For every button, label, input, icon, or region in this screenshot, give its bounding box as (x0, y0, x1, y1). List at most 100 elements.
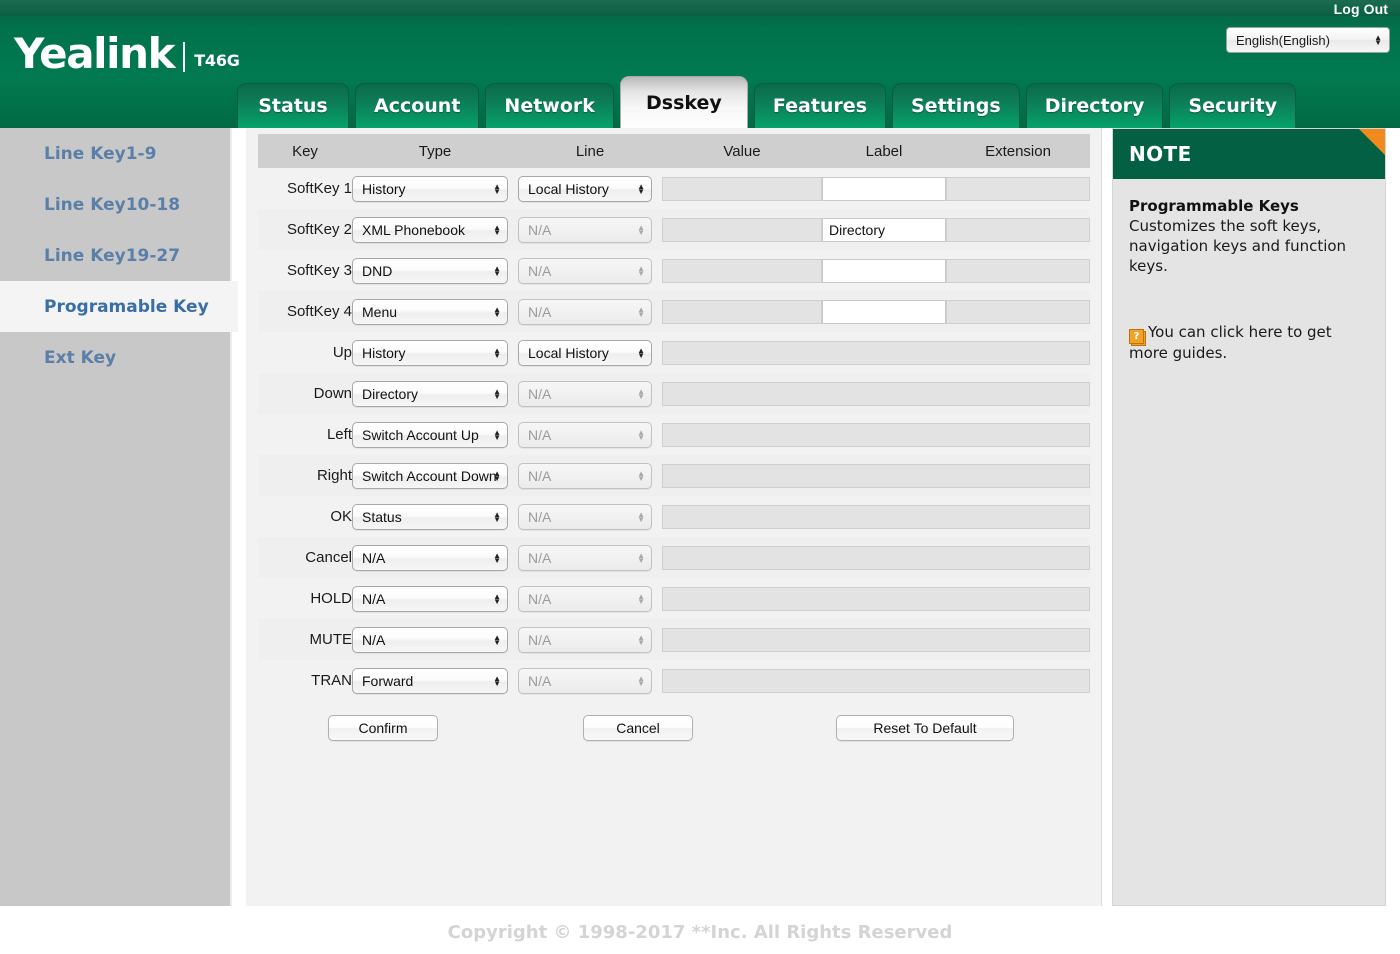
column-header-line: Line (518, 134, 662, 168)
note-guide-text[interactable]: You can click here to get more guides. (1129, 323, 1332, 362)
row-key-label: SoftKey 1 (258, 168, 352, 209)
type-select[interactable]: History ▲ ▼ (352, 339, 508, 366)
label-input[interactable]: Directory (822, 217, 946, 242)
type-select[interactable]: Switch Account Down ▲ ▼ (352, 462, 508, 489)
brand-name: Yealink (14, 29, 176, 78)
column-header-label: Label (822, 134, 946, 168)
chevron-updown-icon: ▲ ▼ (637, 263, 645, 278)
line-select-value: N/A (528, 467, 552, 484)
line-select: N/A ▲ ▼ (518, 462, 652, 489)
form-actions: Confirm Cancel Reset To Default (258, 715, 1090, 745)
sidebar-item-programable-key[interactable]: Programable Key (0, 281, 238, 332)
table-row: HOLD N/A ▲ ▼ N/A ▲ ▼ (258, 578, 1090, 619)
merged-disabled-field (662, 668, 1090, 693)
type-select[interactable]: History ▲ ▼ (352, 175, 508, 202)
folded-corner-icon (1359, 129, 1385, 155)
line-select[interactable]: Local History ▲ ▼ (518, 175, 652, 202)
label-input[interactable] (822, 299, 946, 324)
merged-disabled-field (662, 463, 1090, 488)
label-input[interactable] (822, 176, 946, 201)
tab-directory[interactable]: Directory (1025, 83, 1164, 128)
label-input[interactable] (822, 258, 946, 283)
line-select-value: N/A (528, 549, 552, 566)
note-panel-header: NOTE (1113, 129, 1385, 179)
chevron-updown-icon: ▲ ▼ (637, 632, 645, 647)
help-question-icon[interactable]: ? (1129, 329, 1144, 344)
main-content: Key Type Line Value Label Extension Soft… (246, 128, 1102, 906)
chevron-updown-icon: ▲ ▼ (493, 509, 501, 524)
tab-features[interactable]: Features (753, 83, 886, 128)
extension-input (946, 217, 1090, 242)
line-select-value: Local History (528, 344, 609, 361)
line-select: N/A ▲ ▼ (518, 298, 652, 325)
tab-network[interactable]: Network (485, 83, 614, 128)
sidebar-item-line-key10-18[interactable]: Line Key10-18 (0, 179, 230, 230)
type-select[interactable]: N/A ▲ ▼ (352, 626, 508, 653)
type-select-value: Directory (362, 385, 419, 402)
table-row: Down Directory ▲ ▼ N/A ▲ ▼ (258, 373, 1090, 414)
chevron-updown-icon: ▲ ▼ (493, 386, 501, 401)
line-select: N/A ▲ ▼ (518, 257, 652, 284)
row-key-label: HOLD (258, 578, 352, 619)
tab-status[interactable]: Status (237, 83, 349, 128)
line-select-value: Local History (528, 180, 609, 197)
language-select-value: English(English) (1236, 32, 1330, 48)
type-select-value: Switch Account Down (362, 467, 497, 484)
type-select[interactable]: N/A ▲ ▼ (352, 585, 508, 612)
merged-disabled-field (662, 422, 1090, 447)
line-select-value: N/A (528, 426, 552, 443)
table-row: SoftKey 1 History ▲ ▼ Local History ▲ ▼ (258, 168, 1090, 209)
logout-link[interactable]: Log Out (1334, 1, 1388, 17)
type-select[interactable]: Status ▲ ▼ (352, 503, 508, 530)
merged-disabled-field (662, 381, 1090, 406)
chevron-updown-icon: ▲ ▼ (493, 550, 501, 565)
type-select-value: N/A (362, 590, 386, 607)
chevron-updown-icon: ▲ ▼ (637, 591, 645, 606)
chevron-updown-icon: ▲ ▼ (637, 550, 645, 565)
table-row: OK Status ▲ ▼ N/A ▲ ▼ (258, 496, 1090, 537)
type-select[interactable]: N/A ▲ ▼ (352, 544, 508, 571)
row-key-label: TRAN (258, 660, 352, 701)
merged-disabled-field (662, 627, 1090, 652)
extension-input (946, 176, 1090, 201)
language-select[interactable]: English(English) ▲ ▼ (1226, 27, 1390, 53)
type-select-value: History (362, 180, 406, 197)
row-key-label: Left (258, 414, 352, 455)
chevron-updown-icon: ▲ ▼ (637, 427, 645, 442)
tab-dsskey[interactable]: Dsskey (619, 76, 748, 128)
sidebar-item-line-key19-27[interactable]: Line Key19-27 (0, 230, 230, 281)
chevron-updown-icon: ▲ ▼ (493, 304, 501, 319)
chevron-updown-icon: ▲ ▼ (637, 222, 645, 237)
type-select[interactable]: Forward ▲ ▼ (352, 667, 508, 694)
line-select: N/A ▲ ▼ (518, 380, 652, 407)
type-select-value: XML Phonebook (362, 221, 465, 238)
type-select[interactable]: DND ▲ ▼ (352, 257, 508, 284)
row-key-label: SoftKey 2 (258, 209, 352, 250)
type-select[interactable]: Directory ▲ ▼ (352, 380, 508, 407)
chevron-updown-icon: ▲ ▼ (637, 345, 645, 360)
type-select[interactable]: Switch Account Up ▲ ▼ (352, 421, 508, 448)
reset-to-default-button[interactable]: Reset To Default (836, 715, 1014, 741)
confirm-button[interactable]: Confirm (328, 715, 438, 741)
table-row: Left Switch Account Up ▲ ▼ N/A ▲ ▼ (258, 414, 1090, 455)
line-select[interactable]: Local History ▲ ▼ (518, 339, 652, 366)
chevron-updown-icon: ▲ ▼ (493, 263, 501, 278)
tab-settings[interactable]: Settings (892, 83, 1020, 128)
row-key-label: Down (258, 373, 352, 414)
row-key-label: Cancel (258, 537, 352, 578)
value-input (662, 258, 822, 283)
chevron-updown-icon: ▲ ▼ (493, 632, 501, 647)
tab-security[interactable]: Security (1169, 83, 1297, 128)
note-panel-title: NOTE (1129, 142, 1192, 166)
chevron-updown-icon: ▲ ▼ (637, 386, 645, 401)
value-input (662, 217, 822, 242)
tab-account[interactable]: Account (355, 83, 480, 128)
table-row: SoftKey 4 Menu ▲ ▼ N/A ▲ ▼ (258, 291, 1090, 332)
sidebar-item-line-key1-9[interactable]: Line Key1-9 (0, 128, 230, 179)
cancel-button[interactable]: Cancel (583, 715, 693, 741)
sidebar-item-ext-key[interactable]: Ext Key (0, 332, 230, 383)
sidebar: Line Key1-9 Line Key10-18 Line Key19-27 Pro… (0, 128, 238, 906)
type-select[interactable]: XML Phonebook ▲ ▼ (352, 216, 508, 243)
extension-input (946, 258, 1090, 283)
type-select[interactable]: Menu ▲ ▼ (352, 298, 508, 325)
